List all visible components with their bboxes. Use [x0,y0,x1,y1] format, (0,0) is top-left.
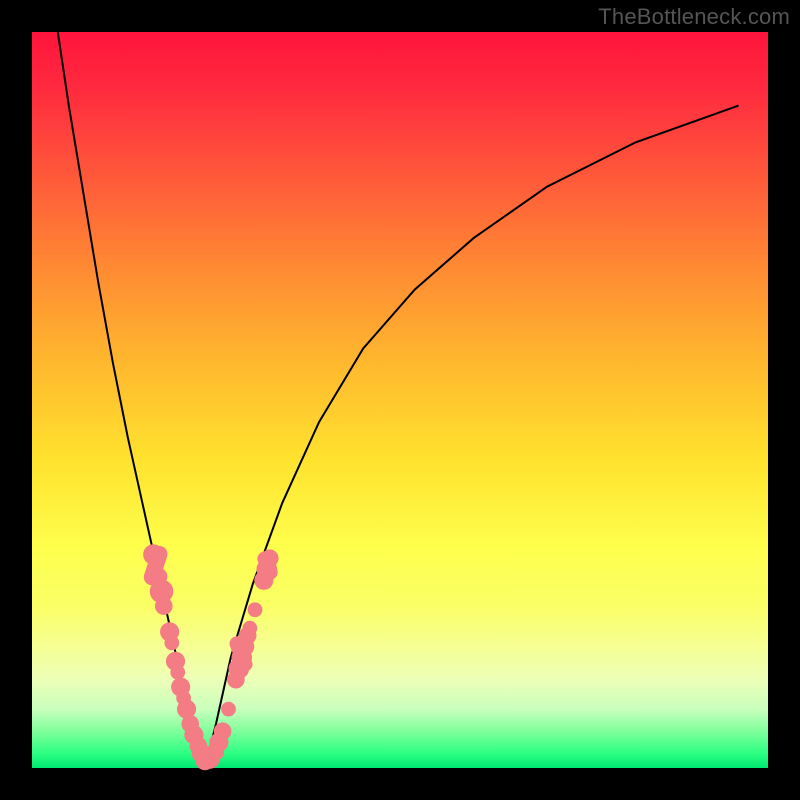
marker-point [164,636,179,651]
marker-point [155,597,173,615]
plot-area [32,32,768,768]
marker-point [214,722,232,740]
curves-group [58,32,739,768]
attribution-text: TheBottleneck.com [598,4,790,30]
chart-frame: TheBottleneck.com [0,0,800,800]
marker-point [243,621,258,636]
marker-point [248,602,263,617]
markers-group [142,544,280,770]
marker-point [261,549,279,567]
marker-point [170,665,185,680]
marker-point [143,544,164,565]
marker-point [221,702,236,717]
curve-layer [32,32,768,768]
curve-right-branch [205,106,739,768]
